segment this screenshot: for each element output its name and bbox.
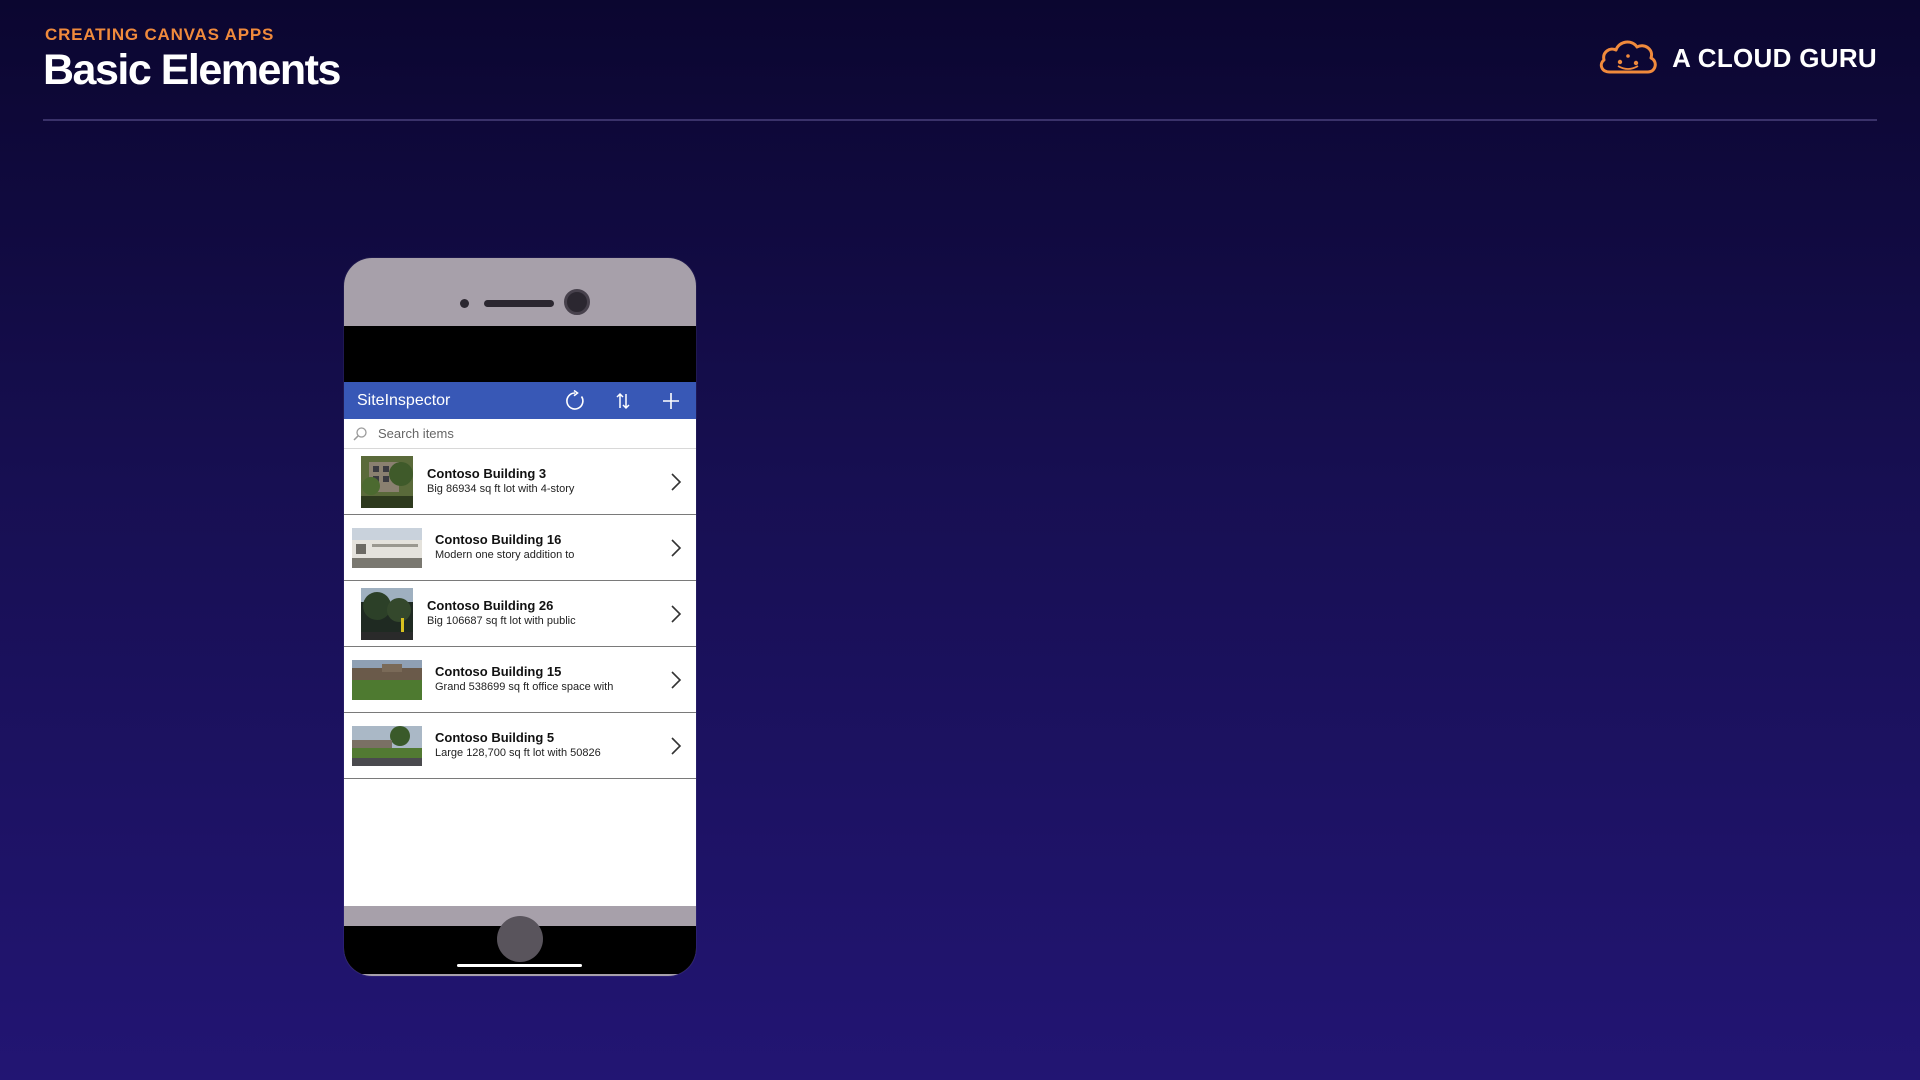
item-title: Contoso Building 26 [427,598,554,613]
item-subtitle: Big 106687 sq ft lot with public [427,615,576,627]
building-thumbnail [352,659,422,700]
item-subtitle: Grand 538699 sq ft office space with [435,681,614,693]
building-thumbnail [352,725,422,766]
refresh-icon[interactable] [560,387,590,415]
list-item[interactable]: Contoso Building 5 Large 128,700 sq ft l… [344,713,696,779]
add-icon[interactable] [656,387,686,415]
slide-title: Basic Elements [43,46,341,94]
brand-logo-group: A CLOUD GURU [1596,36,1877,80]
sort-icon[interactable] [608,387,638,415]
list-item[interactable]: Contoso Building 16 Modern one story add… [344,515,696,581]
item-subtitle: Big 86934 sq ft lot with 4-story [427,483,575,495]
brand-name: A CLOUD GURU [1672,42,1877,73]
phone-mockup: SiteInspector Search items Contoso Build… [344,258,696,976]
item-title: Contoso Building 3 [427,466,547,481]
phone-sensor [460,299,469,308]
item-subtitle: Modern one story addition to [435,549,575,561]
list-item[interactable]: Contoso Building 26 Big 106687 sq ft lot… [344,581,696,647]
cloud-logo-icon [1599,40,1657,74]
chevron-right-icon[interactable] [666,470,686,494]
list-item[interactable]: Contoso Building 3 Big 86934 sq ft lot w… [344,449,696,515]
app-title: SiteInspector [357,391,451,409]
list-item[interactable]: Contoso Building 15 Grand 538699 sq ft o… [344,647,696,713]
chevron-right-icon[interactable] [666,602,686,626]
search-input[interactable] [376,425,660,442]
search-bar [344,419,696,449]
phone-home-button [497,916,543,962]
search-icon [353,426,367,441]
chevron-right-icon[interactable] [666,668,686,692]
item-title: Contoso Building 5 [435,730,555,745]
chevron-right-icon[interactable] [666,734,686,758]
app-header: SiteInspector [344,382,696,419]
chevron-right-icon[interactable] [666,536,686,560]
building-thumbnail [361,587,413,640]
header-divider [43,119,1877,121]
item-title: Contoso Building 16 [435,532,562,547]
home-indicator[interactable] [457,964,582,967]
item-subtitle: Large 128,700 sq ft lot with 50826 [435,747,601,759]
building-thumbnail [361,455,413,508]
phone-speaker [484,300,554,307]
building-thumbnail [352,527,422,568]
app-screen: SiteInspector Search items Contoso Build… [344,326,696,974]
status-bar [344,326,696,382]
phone-camera [564,289,590,315]
section-eyebrow: CREATING CANVAS APPS [45,25,275,44]
item-title: Contoso Building 15 [435,664,562,679]
